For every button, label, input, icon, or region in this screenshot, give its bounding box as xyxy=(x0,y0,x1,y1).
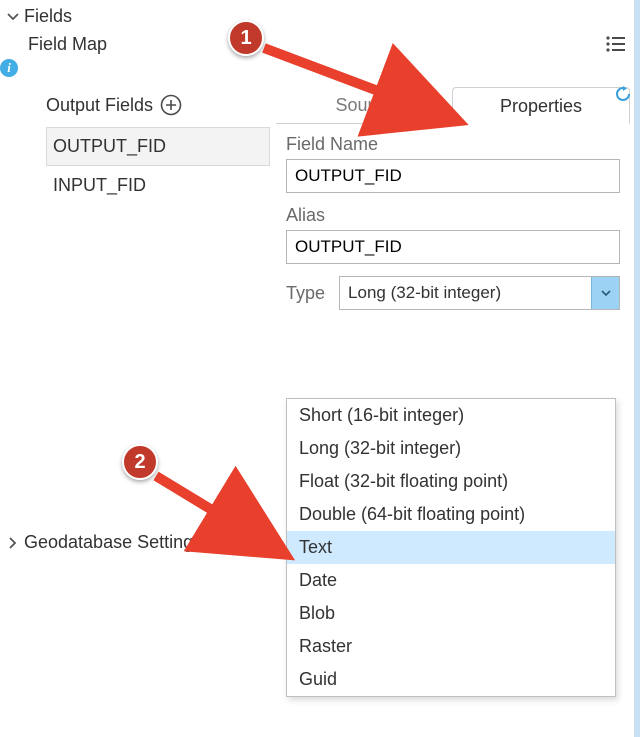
field-map-label: Field Map xyxy=(28,34,602,55)
geodatabase-section-header[interactable]: Geodatabase Settings xyxy=(0,526,206,555)
alias-label: Alias xyxy=(286,205,620,226)
field-name-input[interactable] xyxy=(286,159,620,193)
type-option-label: Short (16-bit integer) xyxy=(299,405,464,425)
chevron-down-icon xyxy=(591,277,619,309)
tab-properties[interactable]: Properties xyxy=(452,87,630,124)
annotation-badge-1: 1 xyxy=(228,20,264,56)
field-item-label: OUTPUT_FID xyxy=(53,136,166,156)
type-option[interactable]: Text xyxy=(287,531,615,564)
type-option[interactable]: Guid xyxy=(287,663,615,696)
type-option-label: Date xyxy=(299,570,337,590)
tab-source[interactable]: Source xyxy=(276,87,452,124)
type-option-label: Blob xyxy=(299,603,335,623)
fields-title: Fields xyxy=(24,6,72,27)
type-dropdown[interactable]: Long (32-bit integer) xyxy=(339,276,620,310)
geodatabase-title: Geodatabase Settings xyxy=(24,532,202,553)
annotation-badge-label: 1 xyxy=(240,27,251,50)
type-option[interactable]: Raster xyxy=(287,630,615,663)
field-item-label: INPUT_FID xyxy=(53,175,146,195)
chevron-right-icon xyxy=(6,536,20,550)
type-dropdown-list: Short (16-bit integer) Long (32-bit inte… xyxy=(286,398,616,697)
type-option[interactable]: Float (32-bit floating point) xyxy=(287,465,615,498)
fields-section-header[interactable]: Fields xyxy=(0,0,640,29)
output-fields-column: Output Fields OUTPUT_FID INPUT_FID xyxy=(0,87,270,310)
type-option[interactable]: Blob xyxy=(287,597,615,630)
add-field-button[interactable] xyxy=(159,93,183,117)
alias-input[interactable] xyxy=(286,230,620,264)
annotation-badge-2: 2 xyxy=(122,444,158,480)
list-icon[interactable] xyxy=(602,31,630,57)
reset-icon[interactable] xyxy=(612,85,634,103)
chevron-down-icon xyxy=(6,10,20,24)
type-option-label: Raster xyxy=(299,636,352,656)
output-fields-label: Output Fields xyxy=(46,95,153,116)
fields-body: i Field Map Output Fields xyxy=(0,29,640,310)
type-label: Type xyxy=(286,283,325,304)
annotation-badge-label: 2 xyxy=(134,451,145,474)
type-dropdown-value: Long (32-bit integer) xyxy=(340,283,591,303)
type-option-label: Guid xyxy=(299,669,337,689)
type-option-label: Double (64-bit floating point) xyxy=(299,504,525,524)
info-icon[interactable]: i xyxy=(0,59,18,77)
type-option-label: Float (32-bit floating point) xyxy=(299,471,508,491)
output-field-item[interactable]: OUTPUT_FID xyxy=(46,127,270,166)
tab-properties-label: Properties xyxy=(500,96,582,116)
tab-source-label: Source xyxy=(335,95,392,115)
type-option[interactable]: Double (64-bit floating point) xyxy=(287,498,615,531)
type-option-label: Text xyxy=(299,537,332,557)
type-option[interactable]: Date xyxy=(287,564,615,597)
type-option[interactable]: Long (32-bit integer) xyxy=(287,432,615,465)
output-field-item[interactable]: INPUT_FID xyxy=(46,166,270,205)
type-option-label: Long (32-bit integer) xyxy=(299,438,461,458)
type-option[interactable]: Short (16-bit integer) xyxy=(287,399,615,432)
properties-column: Source Properties Field Name Alias Type … xyxy=(270,87,630,310)
field-name-label: Field Name xyxy=(286,134,620,155)
